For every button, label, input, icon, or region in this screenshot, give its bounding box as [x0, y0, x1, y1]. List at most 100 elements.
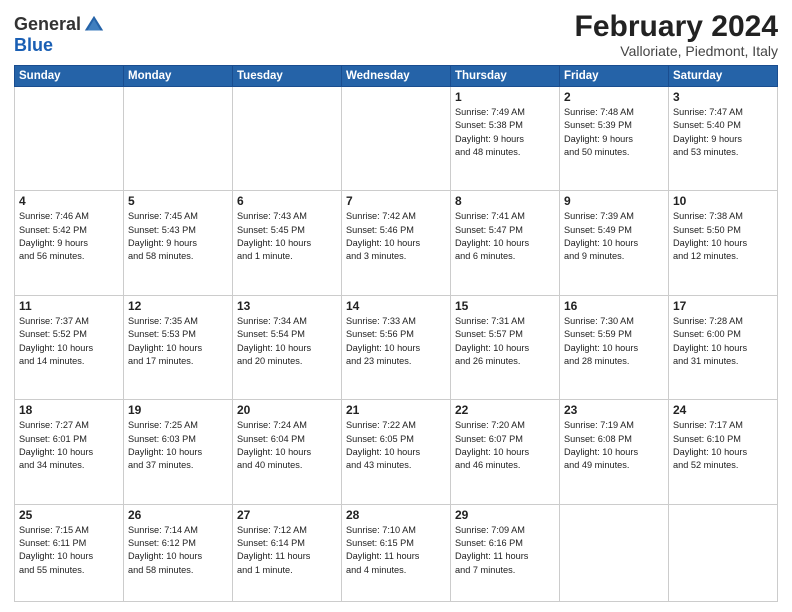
calendar-cell: 18Sunrise: 7:27 AM Sunset: 6:01 PM Dayli… [15, 400, 124, 504]
day-number: 15 [455, 299, 555, 313]
day-info: Sunrise: 7:39 AM Sunset: 5:49 PM Dayligh… [564, 210, 664, 263]
calendar-cell: 17 Sunrise: 7:28 AM Sunset: 6:00 PM Dayli… [669, 295, 778, 399]
calendar-cell: 13Sunrise: 7:34 AM Sunset: 5:54 PM Dayli… [233, 295, 342, 399]
calendar-cell [669, 504, 778, 601]
day-info: Sunrise: 7:20 AM Sunset: 6:07 PM Dayligh… [455, 419, 555, 472]
calendar-cell: 4Sunrise: 7:46 AM Sunset: 5:42 PM Daylig… [15, 191, 124, 295]
day-info: Sunrise: 7:47 AM Sunset: 5:40 PM Dayligh… [673, 106, 773, 159]
day-number: 3 [673, 90, 773, 104]
day-number: 1 [455, 90, 555, 104]
month-year: February 2024 [575, 10, 778, 43]
day-info: Sunrise: 7:28 AM Sunset: 6:00 PM Dayligh… [673, 315, 773, 368]
day-info: Sunrise: 7:41 AM Sunset: 5:47 PM Dayligh… [455, 210, 555, 263]
day-number: 29 [455, 508, 555, 522]
day-number: 9 [564, 194, 664, 208]
day-number: 27 [237, 508, 337, 522]
calendar-cell [233, 87, 342, 191]
calendar-week-row: 11Sunrise: 7:37 AM Sunset: 5:52 PM Dayli… [15, 295, 778, 399]
day-of-week-friday: Friday [560, 66, 669, 87]
day-number: 21 [346, 403, 446, 417]
day-info: Sunrise: 7:31 AM Sunset: 5:57 PM Dayligh… [455, 315, 555, 368]
calendar-cell: 15 Sunrise: 7:31 AM Sunset: 5:57 PM Dayli… [451, 295, 560, 399]
day-of-week-sunday: Sunday [15, 66, 124, 87]
day-info: Sunrise: 7:25 AM Sunset: 6:03 PM Dayligh… [128, 419, 228, 472]
calendar-cell: 28 Sunrise: 7:10 AM Sunset: 6:15 PM Dayli… [342, 504, 451, 601]
day-info: Sunrise: 7:45 AM Sunset: 5:43 PM Dayligh… [128, 210, 228, 263]
calendar-cell: 8 Sunrise: 7:41 AM Sunset: 5:47 PM Daylig… [451, 191, 560, 295]
location: Valloriate, Piedmont, Italy [575, 43, 778, 59]
day-number: 6 [237, 194, 337, 208]
day-of-week-tuesday: Tuesday [233, 66, 342, 87]
day-info: Sunrise: 7:34 AM Sunset: 5:54 PM Dayligh… [237, 315, 337, 368]
calendar-cell: 24 Sunrise: 7:17 AM Sunset: 6:10 PM Dayli… [669, 400, 778, 504]
calendar-cell: 22 Sunrise: 7:20 AM Sunset: 6:07 PM Dayli… [451, 400, 560, 504]
calendar-cell: 1 Sunrise: 7:49 AM Sunset: 5:38 PM Daylig… [451, 87, 560, 191]
day-info: Sunrise: 7:48 AM Sunset: 5:39 PM Dayligh… [564, 106, 664, 159]
calendar-header-row: SundayMondayTuesdayWednesdayThursdayFrid… [15, 66, 778, 87]
calendar-cell: 11Sunrise: 7:37 AM Sunset: 5:52 PM Dayli… [15, 295, 124, 399]
calendar-week-row: 25 Sunrise: 7:15 AM Sunset: 6:11 PM Dayli… [15, 504, 778, 601]
day-info: Sunrise: 7:33 AM Sunset: 5:56 PM Dayligh… [346, 315, 446, 368]
calendar-week-row: 18Sunrise: 7:27 AM Sunset: 6:01 PM Dayli… [15, 400, 778, 504]
day-info: Sunrise: 7:22 AM Sunset: 6:05 PM Dayligh… [346, 419, 446, 472]
calendar-cell [124, 87, 233, 191]
calendar-cell: 6 Sunrise: 7:43 AM Sunset: 5:45 PM Daylig… [233, 191, 342, 295]
logo-general-text: General [14, 15, 81, 35]
calendar-cell: 21 Sunrise: 7:22 AM Sunset: 6:05 PM Dayli… [342, 400, 451, 504]
day-number: 14 [346, 299, 446, 313]
day-number: 25 [19, 508, 119, 522]
day-info: Sunrise: 7:27 AM Sunset: 6:01 PM Dayligh… [19, 419, 119, 472]
calendar-cell: 7Sunrise: 7:42 AM Sunset: 5:46 PM Daylig… [342, 191, 451, 295]
day-info: Sunrise: 7:43 AM Sunset: 5:45 PM Dayligh… [237, 210, 337, 263]
logo-blue-text: Blue [14, 35, 53, 55]
page: General Blue February 2024 Valloriate, P… [0, 0, 792, 612]
calendar-cell: 23Sunrise: 7:19 AM Sunset: 6:08 PM Dayli… [560, 400, 669, 504]
day-number: 12 [128, 299, 228, 313]
calendar-cell [15, 87, 124, 191]
calendar-cell: 5 Sunrise: 7:45 AM Sunset: 5:43 PM Daylig… [124, 191, 233, 295]
day-number: 28 [346, 508, 446, 522]
calendar-cell [342, 87, 451, 191]
day-of-week-saturday: Saturday [669, 66, 778, 87]
day-info: Sunrise: 7:12 AM Sunset: 6:14 PM Dayligh… [237, 524, 337, 577]
day-number: 7 [346, 194, 446, 208]
day-number: 10 [673, 194, 773, 208]
day-info: Sunrise: 7:38 AM Sunset: 5:50 PM Dayligh… [673, 210, 773, 263]
day-number: 24 [673, 403, 773, 417]
day-info: Sunrise: 7:09 AM Sunset: 6:16 PM Dayligh… [455, 524, 555, 577]
day-info: Sunrise: 7:14 AM Sunset: 6:12 PM Dayligh… [128, 524, 228, 577]
day-info: Sunrise: 7:15 AM Sunset: 6:11 PM Dayligh… [19, 524, 119, 577]
day-number: 26 [128, 508, 228, 522]
day-of-week-wednesday: Wednesday [342, 66, 451, 87]
day-info: Sunrise: 7:24 AM Sunset: 6:04 PM Dayligh… [237, 419, 337, 472]
day-info: Sunrise: 7:37 AM Sunset: 5:52 PM Dayligh… [19, 315, 119, 368]
logo: General Blue [14, 14, 105, 56]
day-number: 4 [19, 194, 119, 208]
day-number: 8 [455, 194, 555, 208]
day-number: 2 [564, 90, 664, 104]
day-info: Sunrise: 7:10 AM Sunset: 6:15 PM Dayligh… [346, 524, 446, 577]
calendar-cell: 27 Sunrise: 7:12 AM Sunset: 6:14 PM Dayli… [233, 504, 342, 601]
calendar: SundayMondayTuesdayWednesdayThursdayFrid… [14, 65, 778, 602]
calendar-cell: 3 Sunrise: 7:47 AM Sunset: 5:40 PM Daylig… [669, 87, 778, 191]
day-info: Sunrise: 7:49 AM Sunset: 5:38 PM Dayligh… [455, 106, 555, 159]
calendar-cell: 25 Sunrise: 7:15 AM Sunset: 6:11 PM Dayli… [15, 504, 124, 601]
calendar-cell: 14 Sunrise: 7:33 AM Sunset: 5:56 PM Dayli… [342, 295, 451, 399]
calendar-cell: 9 Sunrise: 7:39 AM Sunset: 5:49 PM Daylig… [560, 191, 669, 295]
day-info: Sunrise: 7:17 AM Sunset: 6:10 PM Dayligh… [673, 419, 773, 472]
day-number: 23 [564, 403, 664, 417]
header: General Blue February 2024 Valloriate, P… [14, 10, 778, 59]
day-number: 22 [455, 403, 555, 417]
day-info: Sunrise: 7:30 AM Sunset: 5:59 PM Dayligh… [564, 315, 664, 368]
logo-icon [83, 14, 105, 36]
title-block: February 2024 Valloriate, Piedmont, Ital… [575, 10, 778, 59]
day-number: 16 [564, 299, 664, 313]
calendar-cell: 20Sunrise: 7:24 AM Sunset: 6:04 PM Dayli… [233, 400, 342, 504]
day-number: 17 [673, 299, 773, 313]
day-info: Sunrise: 7:35 AM Sunset: 5:53 PM Dayligh… [128, 315, 228, 368]
calendar-cell: 12 Sunrise: 7:35 AM Sunset: 5:53 PM Dayli… [124, 295, 233, 399]
day-of-week-thursday: Thursday [451, 66, 560, 87]
day-number: 5 [128, 194, 228, 208]
calendar-week-row: 4Sunrise: 7:46 AM Sunset: 5:42 PM Daylig… [15, 191, 778, 295]
day-of-week-monday: Monday [124, 66, 233, 87]
